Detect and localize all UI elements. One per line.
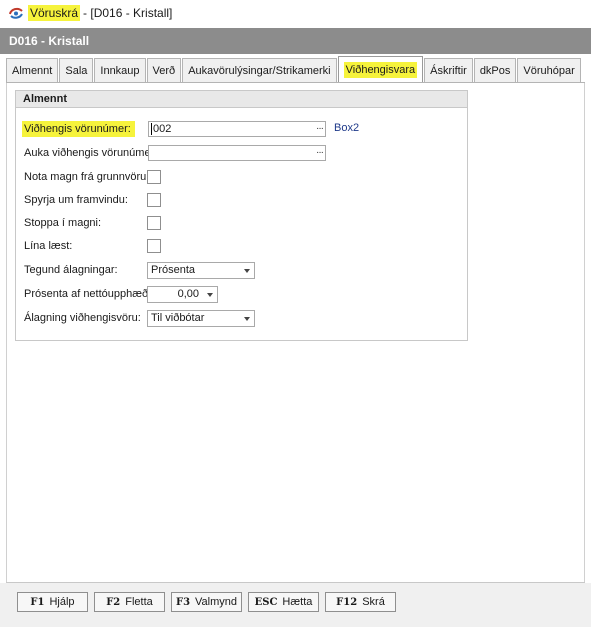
tab-aukavorulysingar[interactable]: Aukavörulýsingar/Strikamerki	[182, 58, 337, 82]
prosenta-label: Prósenta af nettóupphæð:	[24, 288, 152, 300]
auka-vidhengis-label: Auka viðhengis vörunúmer:	[24, 147, 158, 159]
tab-sala[interactable]: Sala	[59, 58, 94, 82]
tegund-alagningar-value: Prósenta	[151, 264, 196, 276]
vidhengis-vorunumer-input[interactable]: 002 ···	[148, 121, 326, 137]
hotkey-esc: ESC	[254, 596, 278, 608]
tab-label: dkPos	[479, 64, 511, 77]
tab-label: Innkaup	[100, 64, 140, 77]
record-header: D016 - Kristall	[0, 28, 591, 54]
row-auka-vidhengis: Auka viðhengis vörunúmer:	[24, 144, 157, 162]
nota-magn-checkbox[interactable]	[147, 170, 161, 184]
nota-magn-label: Nota magn frá grunnvöru:	[24, 171, 150, 183]
tab-label: Verð	[152, 64, 176, 77]
tab-strip: Almennt Sala Innkaup Verð Aukavörulýsing…	[6, 56, 582, 82]
row-tegund-alagningar: Tegund álagningar:	[24, 261, 118, 279]
hotkey-f1: F1	[30, 596, 45, 608]
group-title: Almennt	[16, 91, 467, 108]
tab-innkaup[interactable]: Innkaup	[94, 58, 146, 82]
help-button-label: Hjálp	[49, 596, 75, 608]
hotkey-f12: F12	[336, 596, 358, 608]
vidhengis-vorunumer-label: Viðhengis vörunúmer:	[22, 121, 135, 137]
tab-label: Aukavörulýsingar/Strikamerki	[188, 64, 331, 77]
prosenta-input[interactable]: 0,00	[147, 286, 218, 303]
auka-vidhengis-input[interactable]: ···	[148, 145, 326, 161]
prosenta-value: 0,00	[177, 288, 199, 300]
alagning-vidhengisvoru-select[interactable]: Til viðbótar	[147, 310, 255, 327]
lina-laest-label: Lína læst:	[24, 240, 73, 252]
hotkey-f2: F2	[106, 596, 121, 608]
help-button[interactable]: F1 Hjálp	[17, 592, 88, 612]
chevron-down-icon	[207, 293, 213, 297]
menu-button-label: Valmynd	[195, 596, 238, 608]
window-titlebar: Vöruskrá - [D016 - Kristall]	[0, 0, 591, 26]
tab-dkpos[interactable]: dkPos	[473, 58, 517, 82]
menu-button[interactable]: F3 Valmynd	[171, 592, 242, 612]
app-name: Vöruskrá	[28, 5, 81, 21]
row-nota-magn: Nota magn frá grunnvöru:	[24, 168, 149, 186]
stoppa-label: Stoppa í magni:	[24, 217, 102, 229]
tab-verd[interactable]: Verð	[146, 58, 182, 82]
row-stoppa: Stoppa í magni:	[24, 214, 101, 232]
row-spyrja: Spyrja um framvindu:	[24, 191, 128, 209]
browse-button[interactable]: F2 Fletta	[94, 592, 165, 612]
tegund-alagningar-select[interactable]: Prósenta	[147, 262, 255, 279]
tab-askriftir[interactable]: Áskriftir	[424, 58, 473, 82]
lina-laest-checkbox[interactable]	[147, 239, 161, 253]
vidhengis-vorunumer-value: 002	[153, 123, 172, 135]
row-vidhengis-vorunumer: Viðhengis vörunúmer:	[22, 120, 135, 138]
save-button-label: Skrá	[362, 596, 385, 608]
browse-button-label: Fletta	[125, 596, 153, 608]
hotkey-f3: F3	[175, 596, 191, 608]
cancel-button[interactable]: ESC Hætta	[248, 592, 319, 612]
tab-label: Viðhengisvara	[343, 61, 418, 78]
text-caret	[151, 123, 152, 136]
spyrja-checkbox[interactable]	[147, 193, 161, 207]
row-lina-laest: Lína læst:	[24, 237, 72, 255]
alagning-vidhengisvoru-label: Álagning viðhengisvöru:	[24, 312, 141, 324]
window-title: - [D016 - Kristall]	[83, 6, 173, 20]
tab-label: Vöruhópar	[523, 64, 575, 77]
save-button[interactable]: F12 Skrá	[325, 592, 396, 612]
record-title: D016 - Kristall	[9, 34, 90, 48]
tab-voruhopar[interactable]: Vöruhópar	[517, 58, 581, 82]
alagning-vidhengisvoru-value: Til viðbótar	[151, 312, 205, 324]
tab-almennt[interactable]: Almennt	[6, 58, 59, 82]
tab-label: Áskriftir	[430, 64, 467, 77]
tab-vidhengisvara[interactable]: Viðhengisvara	[337, 56, 424, 82]
chevron-down-icon	[244, 269, 250, 273]
chevron-down-icon	[244, 317, 250, 321]
app-icon	[8, 5, 24, 21]
browse-ellipsis-icon[interactable]: ···	[316, 122, 324, 136]
spyrja-label: Spyrja um framvindu:	[24, 194, 128, 206]
tab-divider	[6, 82, 585, 83]
stoppa-checkbox[interactable]	[147, 216, 161, 230]
lookup-product-name: Box2	[334, 122, 360, 134]
tab-label: Almennt	[12, 64, 53, 77]
browse-ellipsis-icon[interactable]: ···	[316, 146, 324, 160]
row-alagning-vidhengisvoru: Álagning viðhengisvöru:	[24, 309, 141, 327]
tegund-alagningar-label: Tegund álagningar:	[24, 264, 118, 276]
row-prosenta: Prósenta af nettóupphæð:	[24, 285, 151, 303]
cancel-button-label: Hætta	[282, 596, 313, 608]
tab-label: Sala	[65, 64, 88, 77]
